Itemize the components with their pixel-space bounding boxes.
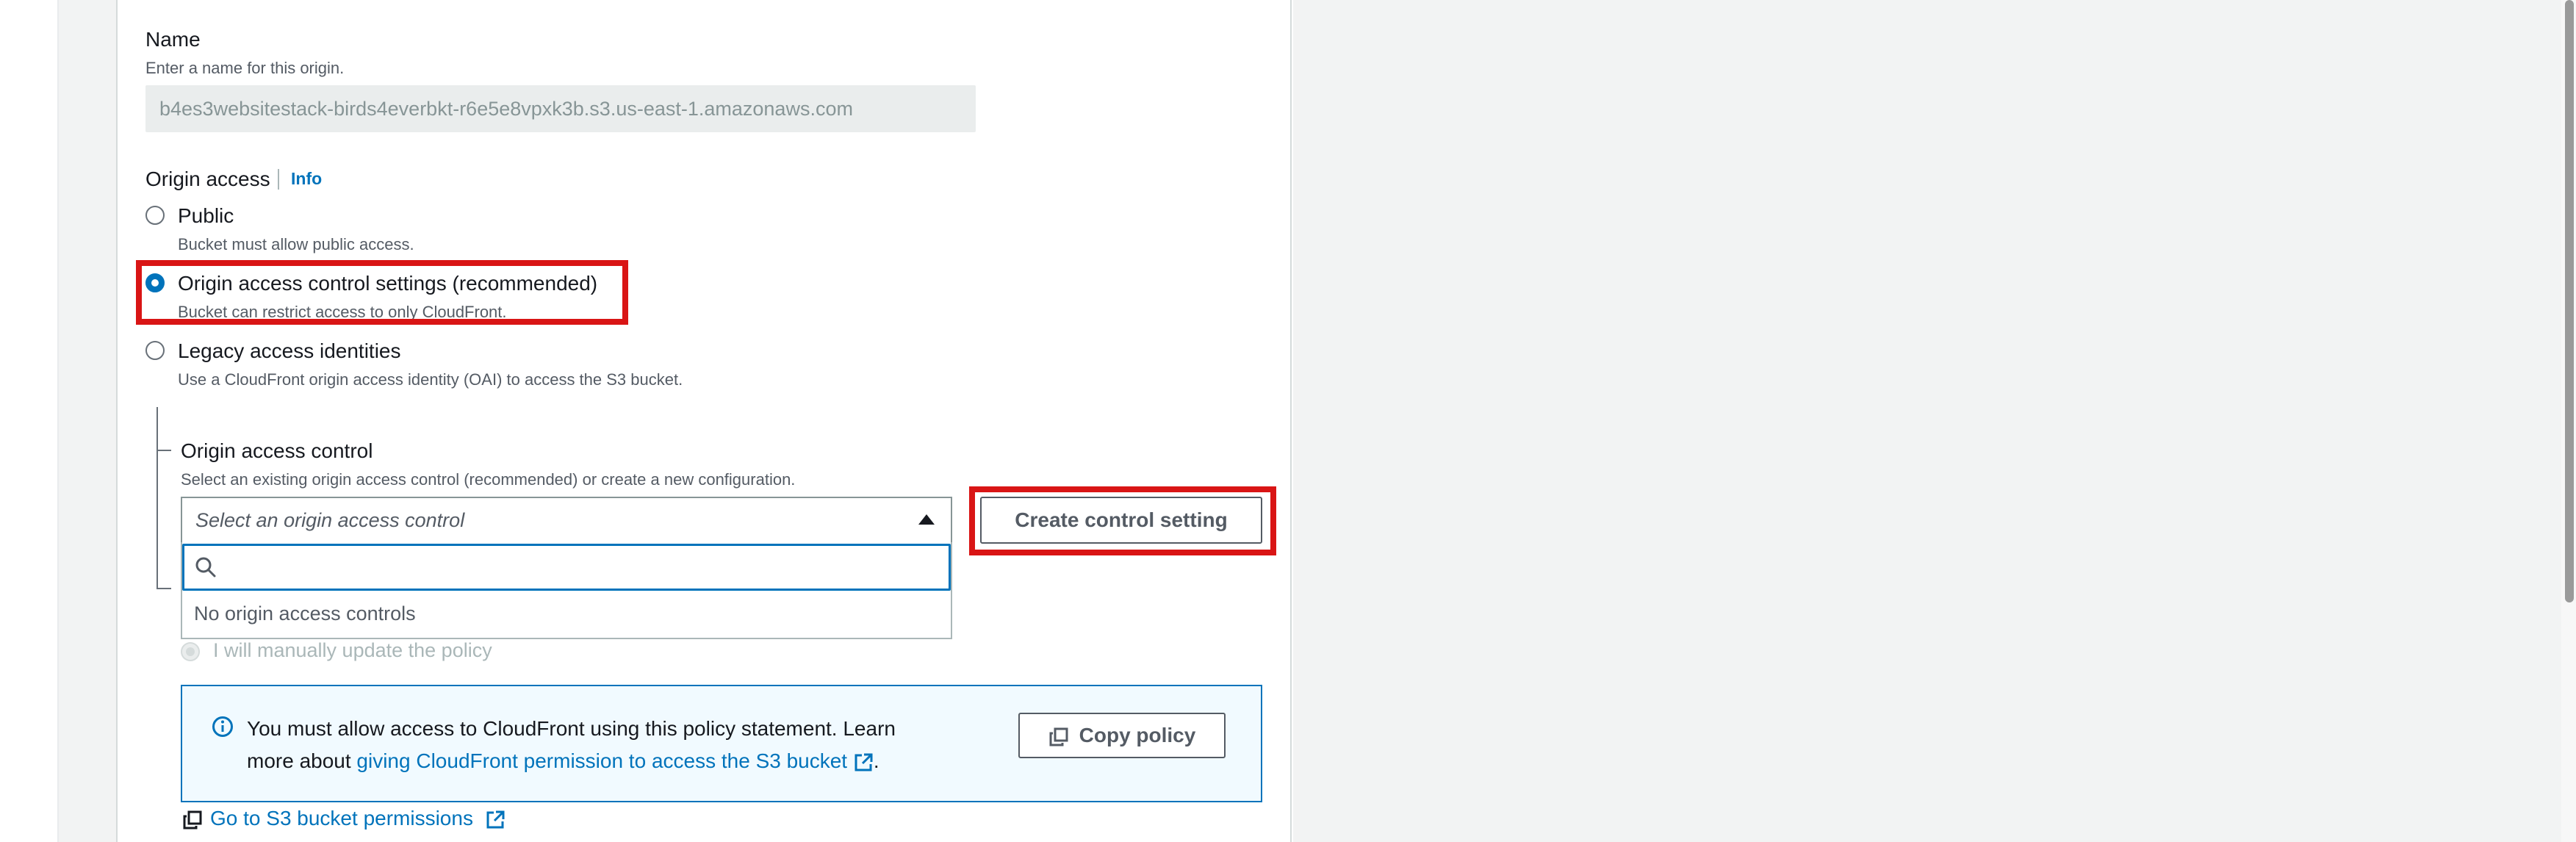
oac-select[interactable]: Select an origin access control: [181, 497, 952, 544]
alert-text-end: .: [873, 749, 879, 772]
oac-search-input[interactable]: [182, 544, 951, 591]
origin-access-info-link[interactable]: Info: [291, 169, 322, 189]
s3-bucket-permissions-label[interactable]: Go to S3 bucket permissions: [210, 807, 473, 830]
copy-icon: [1049, 727, 1068, 746]
oac-empty-message: No origin access controls: [194, 602, 416, 625]
copy-policy-button[interactable]: Copy policy: [1018, 713, 1226, 758]
public-option-description: Bucket must allow public access.: [178, 235, 414, 253]
left-gutter: [0, 0, 59, 842]
info-icon: [212, 716, 233, 737]
label-separator: [278, 169, 279, 190]
legacy-option-description: Use a CloudFront origin access identity …: [178, 370, 683, 389]
highlight-box-create-button: [969, 486, 1276, 555]
public-option-label[interactable]: Public: [178, 204, 234, 228]
nested-tree-branch: [156, 450, 171, 451]
copy-policy-label: Copy policy: [1079, 724, 1196, 746]
public-radio[interactable]: [145, 206, 165, 225]
name-label: Name: [145, 28, 201, 51]
scrollbar[interactable]: [2561, 0, 2576, 842]
external-link-icon[interactable]: [853, 752, 874, 773]
manual-update-radio[interactable]: [181, 642, 200, 661]
s3-bucket-permissions-link[interactable]: Go to S3 bucket permissions: [182, 807, 506, 830]
oac-select-label: Origin access control: [181, 439, 373, 462]
copy-icon: [183, 810, 202, 830]
search-icon: [195, 557, 216, 577]
oac-select-description: Select an existing origin access control…: [181, 470, 796, 489]
page-background: [59, 0, 116, 842]
cloudfront-permission-link[interactable]: giving CloudFront permission to access t…: [356, 749, 847, 772]
policy-alert-text: You must allow access to CloudFront usin…: [247, 713, 938, 777]
external-link-icon: [486, 810, 505, 829]
caret-up-icon: [918, 514, 935, 525]
oac-dropdown: No origin access controls: [181, 542, 952, 639]
legacy-radio[interactable]: [145, 341, 165, 360]
origin-access-label: Origin access: [145, 168, 270, 190]
scrollbar-thumb[interactable]: [2565, 0, 2574, 602]
policy-info-alert: You must allow access to CloudFront usin…: [181, 685, 1262, 802]
highlight-box-oac: [136, 260, 628, 325]
nested-tree-branch-end: [156, 588, 171, 589]
oac-select-placeholder: Select an origin access control: [195, 509, 465, 531]
origin-name-input: b4es3websitestack-birds4everbkt-r6e5e8vp…: [145, 85, 976, 132]
right-background: [1293, 0, 2576, 842]
manual-update-label: I will manually update the policy: [213, 639, 492, 661]
nested-tree-line: [156, 407, 158, 589]
name-description: Enter a name for this origin.: [145, 59, 345, 77]
legacy-option-label[interactable]: Legacy access identities: [178, 339, 401, 363]
